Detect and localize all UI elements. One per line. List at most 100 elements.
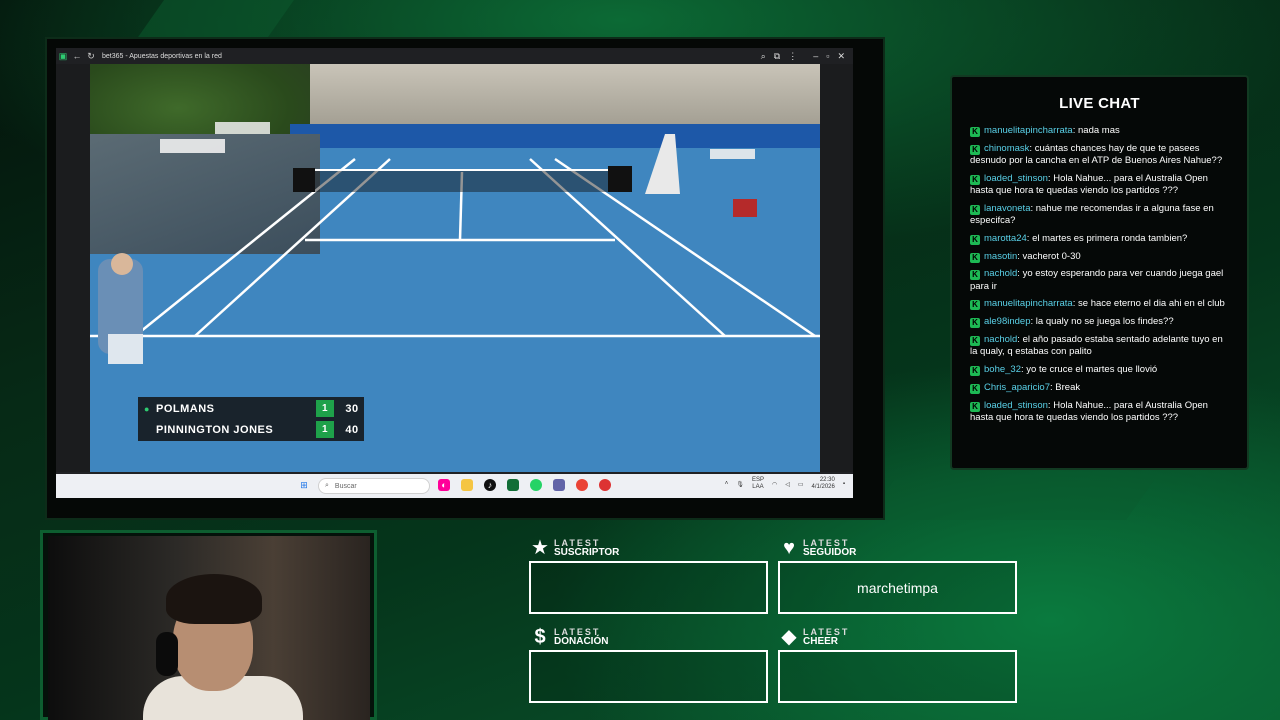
- zoom-icon[interactable]: ⌕: [761, 51, 766, 62]
- chat-username[interactable]: manuelitapincharrata: [984, 125, 1073, 136]
- subscriber-badge-icon: K: [970, 174, 980, 185]
- chat-username[interactable]: Chris_aparicio7: [984, 382, 1050, 393]
- windows-start-icon[interactable]: ⊞: [298, 479, 310, 491]
- chat-message: Kmasotin: vacherot 0-30: [970, 251, 1232, 263]
- chat-username[interactable]: manuelitapincharrata: [984, 298, 1073, 309]
- webcam-feed: [48, 536, 370, 720]
- widget-label-bottom: SUSCRIPTOR: [554, 547, 620, 558]
- bg-stripe: [135, 0, 295, 40]
- bet365-icon[interactable]: [507, 479, 519, 491]
- reload-icon[interactable]: ↻: [84, 51, 98, 62]
- language-code: ESP: [751, 477, 764, 483]
- chat-message: Kloaded_stinson: Hola Nahue... para el A…: [970, 400, 1232, 424]
- taskbar-search[interactable]: ⌕ Buscar: [318, 478, 430, 494]
- widget-label-bottom: SEGUIDOR: [803, 547, 857, 558]
- maximize-icon[interactable]: ▫: [826, 51, 829, 62]
- chat-username[interactable]: ale98indep: [984, 316, 1031, 327]
- back-icon[interactable]: ←: [70, 51, 84, 61]
- clock[interactable]: 22:30 4/1/2026: [812, 477, 835, 491]
- chevron-up-icon[interactable]: ˄: [725, 481, 729, 487]
- chat-message: Kloaded_stinson: Hola Nahue... para el A…: [970, 173, 1232, 197]
- subscriber-badge-icon: K: [970, 401, 980, 412]
- serve-indicator-icon: ●: [144, 403, 150, 414]
- latest-suscriptor-label: ★ LATEST SUSCRIPTOR: [530, 538, 619, 558]
- notification-icon[interactable]: ▪: [843, 481, 845, 487]
- subscriber-badge-icon: K: [970, 234, 980, 245]
- extensions-icon[interactable]: ⧉: [774, 51, 780, 62]
- streamer-hair: [166, 574, 262, 624]
- file-explorer-icon[interactable]: [461, 479, 473, 491]
- point-score: 40: [345, 423, 359, 436]
- player-name: POLMANS: [156, 402, 215, 415]
- app-icon: ▣: [58, 50, 68, 61]
- tiktok-icon[interactable]: ♪: [484, 479, 496, 491]
- chat-username[interactable]: lanavoneta: [984, 203, 1030, 214]
- minimize-icon[interactable]: –: [813, 51, 818, 62]
- chat-message: Kmarotta24: el martes es primera ronda t…: [970, 233, 1232, 245]
- whatsapp-icon[interactable]: [530, 479, 542, 491]
- latest-seguidor-label: ♥ LATEST SEGUIDOR: [779, 538, 856, 558]
- battery-icon[interactable]: ▭: [798, 481, 804, 488]
- chat-messages: Kmanuelitapincharrata: nada mas Kchinomas…: [970, 125, 1232, 430]
- chat-username[interactable]: nachold: [984, 334, 1017, 345]
- chat-text: vacherot 0-30: [1022, 250, 1081, 262]
- chat-message: Kmanuelitapincharrata: nada mas: [970, 125, 1232, 137]
- close-icon[interactable]: ✕: [837, 51, 845, 62]
- chat-username[interactable]: chinomask: [984, 143, 1029, 154]
- chat-username[interactable]: loaded_stinson: [984, 400, 1048, 411]
- search-placeholder: Buscar: [334, 482, 357, 490]
- menu-icon[interactable]: ⋮: [788, 51, 797, 62]
- chat-text: Break: [1055, 381, 1081, 393]
- point-score: 30: [345, 402, 359, 415]
- chat-username[interactable]: marotta24: [984, 233, 1027, 244]
- subscriber-badge-icon: K: [970, 318, 980, 329]
- app-icon-red[interactable]: [599, 479, 611, 491]
- subscriber-badge-icon: K: [970, 252, 980, 263]
- widget-value: marchetimpa: [857, 579, 938, 596]
- chat-message: K Chris_aparicio7: Break: [970, 382, 1232, 394]
- microphone-icon[interactable]: 🎙: [736, 481, 744, 488]
- subscriber-badge-icon: K: [970, 335, 980, 346]
- chat-username[interactable]: bohe_32: [984, 364, 1021, 375]
- latest-donacion-box: [529, 650, 768, 703]
- wifi-icon[interactable]: ◠: [772, 481, 777, 488]
- chat-username[interactable]: nachold: [984, 268, 1017, 279]
- tab-title: bet365 - Apuestas deportivas en la red: [102, 52, 222, 60]
- clock-date: 4/1/2026: [811, 484, 835, 490]
- copilot-icon[interactable]: ◐: [438, 479, 450, 491]
- clock-time: 22:30: [819, 477, 835, 483]
- teams-icon[interactable]: [553, 479, 565, 491]
- chat-username[interactable]: masotin: [984, 251, 1017, 262]
- latest-donacion-label: $ LATEST DONACIÓN: [530, 627, 608, 647]
- system-tray: ˄ 🎙 ESP LAA ◠ ◁ ▭ 22:30 4/1/2026 ▪: [725, 477, 845, 491]
- chat-message: Knachold: yo estoy esperando para ver cu…: [970, 268, 1232, 292]
- video-letterbox-right: [820, 64, 853, 472]
- chat-text: se hace eterno el dia ahi en el club: [1078, 298, 1225, 310]
- language-indicator[interactable]: ESP LAA: [752, 477, 764, 491]
- bg-stripe: [865, 480, 1155, 520]
- windows-taskbar: ⊞ ⌕ Buscar ◐ ♪ ˄ 🎙 ESP LAA ◠ ◁ ▭ 22:30 4…: [56, 474, 853, 498]
- subscriber-badge-icon: K: [970, 127, 980, 137]
- search-icon: ⌕: [325, 482, 329, 489]
- browser-window: ▣ ← ↻ bet365 - Apuestas deportivas en la…: [56, 48, 853, 498]
- chat-message: Kale98indep: la qualy no se juega los fi…: [970, 316, 1232, 329]
- dollar-icon: $: [534, 626, 546, 648]
- chrome-icon[interactable]: [576, 479, 588, 491]
- video-player[interactable]: ● POLMANS 1 30 PINNINGTON JONES 1 40: [90, 64, 820, 472]
- subscriber-badge-icon: K: [970, 270, 980, 281]
- scoreboard: ● POLMANS 1 30 PINNINGTON JONES 1 40: [138, 397, 364, 441]
- diamond-icon: ◆: [781, 626, 797, 648]
- widget-label-bottom: DONACIÓN: [554, 636, 609, 647]
- chat-title: LIVE CHAT: [1059, 95, 1140, 112]
- star-icon: ★: [531, 537, 549, 559]
- set-score: 1: [316, 400, 334, 417]
- subscriber-badge-icon: K: [970, 144, 980, 155]
- chat-text: la qualy no se juega los findes??: [1035, 316, 1174, 328]
- language-sub: LAA: [752, 484, 764, 490]
- chat-message: Kbohe_32: yo te cruce el martes que llov…: [970, 364, 1232, 376]
- subscriber-badge-icon: K: [970, 300, 980, 311]
- chat-username[interactable]: loaded_stinson: [984, 173, 1048, 184]
- chat-text: el martes es primera ronda tambien?: [1032, 232, 1188, 244]
- volume-icon[interactable]: ◁: [785, 481, 790, 488]
- subscriber-badge-icon: K: [970, 383, 980, 394]
